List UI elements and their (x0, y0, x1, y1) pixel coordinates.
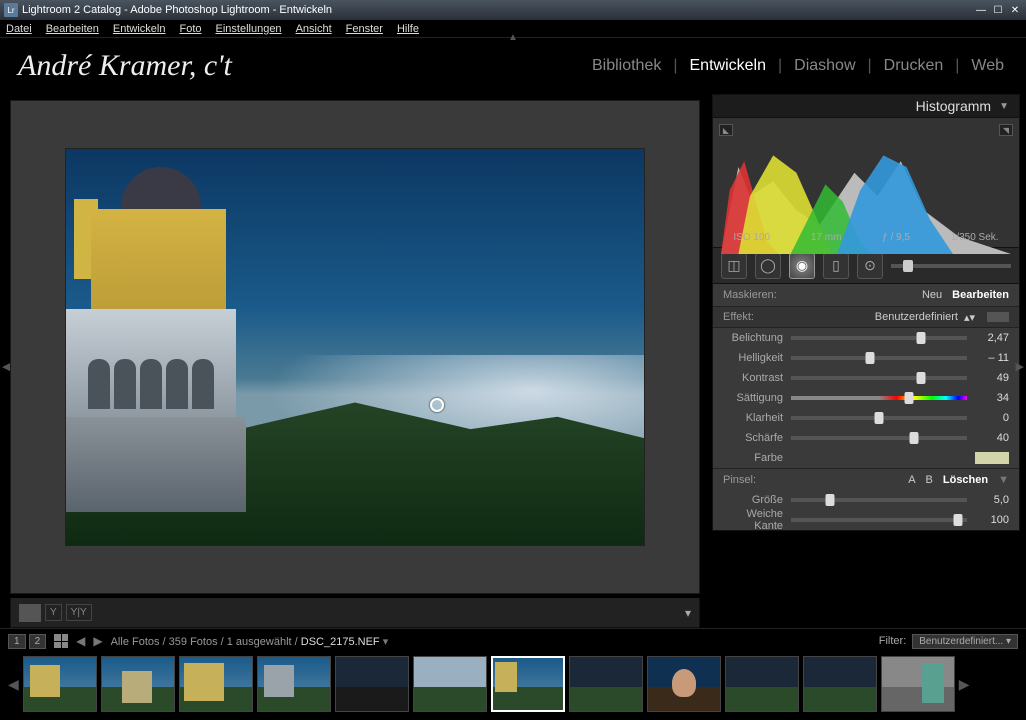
tool-size-slider[interactable] (891, 264, 1011, 268)
brush-a-button[interactable]: A (908, 474, 915, 486)
monitor-switch[interactable]: 12 (8, 634, 46, 649)
window-title: Lightroom 2 Catalog - Adobe Photoshop Li… (22, 4, 332, 16)
menu-ansicht[interactable]: Ansicht (296, 23, 332, 35)
menu-datei[interactable]: Datei (6, 23, 32, 35)
close-button[interactable]: ✕ (1008, 4, 1022, 16)
menu-entwickeln[interactable]: Entwickeln (113, 23, 166, 35)
image-canvas[interactable] (10, 100, 700, 594)
menu-bearbeiten[interactable]: Bearbeiten (46, 23, 99, 35)
brush-row: Pinsel: A B Löschen ▼ (713, 468, 1019, 490)
updown-icon: ▴▾ (964, 311, 975, 324)
before-after-y-button[interactable]: Y (45, 604, 62, 621)
sharpness-slider[interactable] (791, 436, 967, 440)
loupe-view-button[interactable] (19, 604, 41, 622)
module-entwickeln[interactable]: Entwickeln (686, 57, 770, 75)
color-swatch[interactable] (975, 452, 1009, 464)
mask-new-button[interactable]: Neu (922, 289, 942, 301)
histo-shutter: 1/350 Sek. (951, 232, 999, 243)
grid-view-icon[interactable] (54, 634, 68, 648)
filmstrip-next-icon[interactable]: ▶ (959, 676, 970, 693)
filmstrip-breadcrumb[interactable]: Alle Fotos / 359 Fotos / 1 ausgewählt / … (111, 635, 389, 648)
menu-einstellungen[interactable]: Einstellungen (216, 23, 282, 35)
thumbnail[interactable] (101, 656, 175, 712)
adjustment-brush-icon[interactable]: ⊙ (857, 253, 883, 279)
top-panel-toggle-icon[interactable]: ▲ (508, 32, 518, 43)
effect-toggle[interactable] (987, 312, 1009, 322)
thumbnail[interactable] (23, 656, 97, 712)
graduated-filter-icon[interactable]: ▯ (823, 253, 849, 279)
mask-edit-button[interactable]: Bearbeiten (952, 289, 1009, 301)
header: ▲ André Kramer, c't Bibliothek| Entwicke… (0, 38, 1026, 94)
module-diashow[interactable]: Diashow (790, 57, 859, 75)
thumbnail[interactable] (725, 656, 799, 712)
before-after-yy-button[interactable]: Y|Y (66, 604, 92, 621)
filmstrip: 12 ◀ ▶ Alle Fotos / 359 Fotos / 1 ausgew… (0, 628, 1026, 718)
spot-tool-icon[interactable]: ◯ (755, 253, 781, 279)
brush-b-button[interactable]: B (926, 474, 933, 486)
histo-iso: ISO 100 (733, 232, 770, 243)
brush-feather-slider[interactable] (791, 518, 967, 522)
effect-dropdown[interactable]: Benutzerdefiniert▴▾ (875, 311, 975, 324)
brush-erase-button[interactable]: Löschen (943, 474, 988, 486)
module-picker: Bibliothek| Entwickeln| Diashow| Drucken… (588, 57, 1008, 75)
thumbnail-selected[interactable] (491, 656, 565, 712)
brush-size-slider[interactable] (791, 498, 967, 502)
module-web[interactable]: Web (967, 57, 1008, 75)
redeye-tool-icon[interactable]: ◉ (789, 253, 815, 279)
histogram-panel: ◣ ◥ ISO 100 17 mm ƒ / 9,5 1/350 Sek. (712, 118, 1020, 248)
histo-focal: 17 mm (811, 232, 842, 243)
maximize-button[interactable]: ☐ (991, 4, 1005, 16)
collapse-icon: ▼ (999, 101, 1009, 112)
thumbnail[interactable] (413, 656, 487, 712)
contrast-slider[interactable] (791, 376, 967, 380)
thumbnail[interactable] (569, 656, 643, 712)
preview-image (65, 148, 645, 546)
brightness-slider[interactable] (791, 356, 967, 360)
menu-hilfe[interactable]: Hilfe (397, 23, 419, 35)
brush-collapse-icon[interactable]: ▼ (998, 474, 1009, 486)
filter-label: Filter: (879, 635, 907, 647)
clarity-slider[interactable] (791, 416, 967, 420)
filmstrip-prev-icon[interactable]: ◀ (8, 676, 19, 693)
identity-plate: André Kramer, c't (18, 49, 232, 83)
effect-row: Effekt: Benutzerdefiniert▴▾ (713, 306, 1019, 328)
module-drucken[interactable]: Drucken (880, 57, 948, 75)
exposure-slider[interactable] (791, 336, 967, 340)
shadow-clipping-toggle[interactable]: ◣ (719, 124, 733, 136)
thumbnail[interactable] (647, 656, 721, 712)
crop-tool-icon[interactable]: ◫ (721, 253, 747, 279)
module-bibliothek[interactable]: Bibliothek (588, 57, 665, 75)
highlight-clipping-toggle[interactable]: ◥ (999, 124, 1013, 136)
histogram-panel-header[interactable]: Histogramm▼ (712, 94, 1020, 118)
thumbnail[interactable] (881, 656, 955, 712)
thumbnail[interactable] (803, 656, 877, 712)
mask-row: Maskieren: Neu Bearbeiten (713, 284, 1019, 306)
menu-fenster[interactable]: Fenster (346, 23, 383, 35)
minimize-button[interactable]: — (974, 4, 988, 16)
thumbnail[interactable] (179, 656, 253, 712)
menu-foto[interactable]: Foto (179, 23, 201, 35)
toolbar-below-canvas: Y Y|Y ▾ (10, 598, 700, 628)
saturation-slider[interactable] (791, 396, 967, 400)
app-icon: Lr (4, 3, 18, 17)
view-options-dropdown-icon[interactable]: ▾ (685, 606, 691, 620)
window-titlebar: Lr Lightroom 2 Catalog - Adobe Photoshop… (0, 0, 1026, 20)
thumbnail[interactable] (257, 656, 331, 712)
filter-dropdown[interactable]: Benutzerdefiniert... ▾ (912, 634, 1018, 649)
thumbnail[interactable] (335, 656, 409, 712)
nav-forward-icon[interactable]: ▶ (93, 634, 102, 648)
nav-back-icon[interactable]: ◀ (76, 634, 85, 648)
right-panel-toggle-icon[interactable]: ▶ (1016, 360, 1024, 373)
histo-aperture: ƒ / 9,5 (882, 232, 910, 243)
